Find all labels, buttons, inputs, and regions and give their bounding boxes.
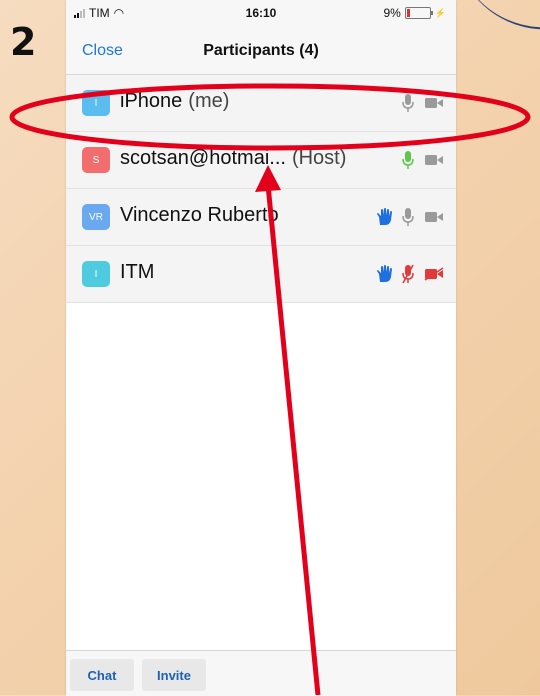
- participant-row[interactable]: IiPhone (me): [66, 75, 456, 132]
- participant-row[interactable]: VR Vincenzo Ruberto: [66, 189, 456, 246]
- page-title: Participants (4): [203, 42, 319, 59]
- avatar: VR: [82, 204, 110, 230]
- avatar: S: [82, 147, 110, 173]
- raised-hand-icon: [377, 208, 392, 225]
- microphone-icon: [402, 151, 414, 169]
- participant-name: iPhone: [120, 90, 183, 112]
- participant-status-icons: [402, 150, 444, 170]
- avatar: I: [82, 90, 110, 116]
- participant-status-icons: [402, 93, 444, 113]
- invite-button[interactable]: Invite: [142, 659, 206, 691]
- nav-bar: Close Participants (4): [66, 28, 456, 75]
- microphone-icon: [402, 208, 414, 226]
- participant-name: scotsan@hotmai...: [120, 147, 286, 169]
- participant-status-icons: [376, 264, 444, 284]
- raised-hand-icon: [377, 265, 392, 282]
- participant-name-block: Vincenzo Ruberto: [120, 204, 279, 227]
- charging-icon: ⚡: [434, 7, 446, 18]
- participant-row[interactable]: Sscotsan@hotmai... (Host): [66, 132, 456, 189]
- status-bar: TIM ◠ 16:10 9% ⚡: [66, 0, 456, 28]
- participant-row[interactable]: I ITM: [66, 246, 456, 303]
- participant-tag: (Host): [291, 147, 347, 169]
- bottom-bar: Chat Invite: [66, 650, 456, 696]
- video-icon: [424, 267, 444, 281]
- participant-name: ITM: [120, 261, 155, 283]
- decorative-arc: [454, 0, 540, 42]
- participant-list: IiPhone (me) Sscotsan@hotmai... (Host) VR Vin…: [66, 75, 456, 303]
- video-icon: [425, 212, 443, 222]
- participant-tag: (me): [188, 90, 230, 112]
- participant-name-block: iPhone (me): [120, 90, 229, 113]
- status-right: 9% ⚡: [383, 6, 446, 20]
- participant-name-block: ITM: [120, 261, 154, 284]
- video-icon: [425, 155, 443, 165]
- chat-button[interactable]: Chat: [70, 659, 134, 691]
- battery-percent: 9%: [383, 6, 401, 20]
- step-number: 2: [10, 20, 37, 64]
- avatar: I: [82, 261, 110, 287]
- phone-screen: TIM ◠ 16:10 9% ⚡ Close Participants (4) …: [66, 0, 456, 696]
- participant-status-icons: [376, 207, 444, 227]
- video-icon: [425, 98, 443, 108]
- participant-name-block: scotsan@hotmai... (Host): [120, 147, 346, 170]
- microphone-icon: [402, 264, 414, 284]
- participant-name: Vincenzo Ruberto: [120, 204, 279, 226]
- microphone-icon: [402, 94, 414, 112]
- battery-icon: [404, 7, 433, 19]
